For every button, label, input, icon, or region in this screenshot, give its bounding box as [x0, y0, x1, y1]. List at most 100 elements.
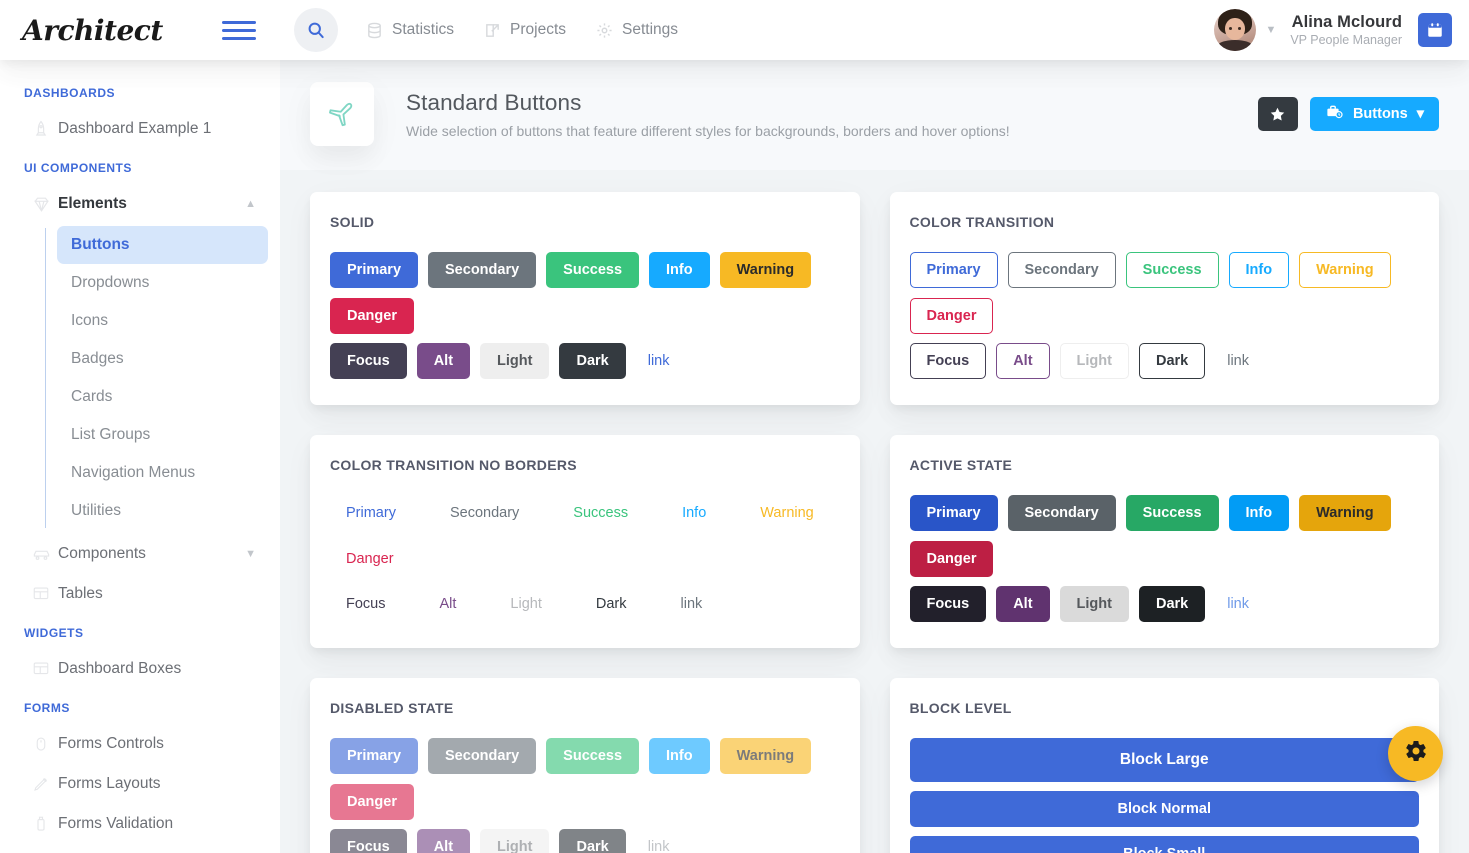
button-info[interactable]: Info [1228, 252, 1290, 288]
button-light[interactable]: Light [1059, 586, 1129, 622]
button-dark[interactable]: Dark [580, 586, 643, 622]
button-link[interactable]: link [665, 586, 719, 622]
button-alt[interactable]: Alt [424, 586, 473, 622]
button-row: Primary Secondary Success Info Warning D… [909, 495, 1420, 577]
button-row: Focus Alt Light Dark link [330, 586, 840, 622]
sidebar-item-dashboard-example-1[interactable]: Dashboard Example 1 [12, 109, 268, 149]
sidebar-item-buttons[interactable]: Buttons [57, 226, 268, 264]
button-danger[interactable]: Danger [330, 541, 410, 577]
button-secondary[interactable]: Secondary [428, 252, 537, 288]
button-warning[interactable]: Warning [719, 252, 812, 288]
chevron-down-icon[interactable]: ▼ [1265, 24, 1276, 36]
button-warning[interactable]: Warning [744, 495, 829, 531]
sidebar-item-navigation-menus[interactable]: Navigation Menus [57, 454, 268, 492]
chevron-down-icon[interactable]: ▾ [1417, 106, 1424, 122]
button-primary: Primary [330, 738, 419, 774]
buttons-dropdown[interactable]: Buttons ▾ [1309, 97, 1439, 131]
briefcase-icon [1325, 103, 1344, 125]
settings-fab[interactable] [1388, 726, 1443, 781]
sidebar-item-label: List Groups [71, 426, 151, 443]
nav-item-settings[interactable]: Settings [596, 21, 678, 39]
button-light[interactable]: Light [480, 343, 550, 379]
button-alt[interactable]: Alt [996, 586, 1050, 622]
nav-label: Statistics [392, 21, 455, 38]
button-link[interactable]: link [636, 343, 682, 379]
button-info: Info [649, 738, 710, 774]
sidebar-item-dashboard-boxes[interactable]: Dashboard Boxes [12, 649, 268, 689]
user-role: VP People Manager [1290, 32, 1402, 47]
button-dark[interactable]: Dark [1138, 343, 1206, 379]
sidebar-heading-ui-components: UI COMPONENTS [24, 161, 132, 175]
button-danger[interactable]: Danger [909, 298, 994, 334]
button-alt[interactable]: Alt [996, 343, 1050, 379]
sidebar-item-badges[interactable]: Badges [57, 340, 268, 378]
button-primary[interactable]: Primary [330, 252, 419, 288]
button-block-normal[interactable]: Block Normal [909, 791, 1419, 827]
button-row: Focus Alt Light Dark link [330, 829, 840, 853]
button-warning[interactable]: Warning [1299, 495, 1391, 531]
button-light[interactable]: Light [1059, 343, 1129, 379]
button-info[interactable]: Info [666, 495, 722, 531]
car-icon [32, 545, 58, 564]
search-icon[interactable] [294, 8, 338, 52]
nav-item-projects[interactable]: Projects [484, 21, 566, 39]
button-light[interactable]: Light [494, 586, 557, 622]
sidebar-item-forms-layouts[interactable]: Forms Layouts [12, 764, 268, 804]
button-info[interactable]: Info [1228, 495, 1290, 531]
nav-item-statistics[interactable]: Statistics [366, 21, 454, 39]
sidebar: DASHBOARDS Dashboard Example 1 UI COMPON… [0, 60, 280, 853]
button-success[interactable]: Success [557, 495, 644, 531]
button-primary[interactable]: Primary [909, 252, 998, 288]
button-focus[interactable]: Focus [909, 343, 987, 379]
chevron-up-icon[interactable]: ▲ [245, 198, 256, 210]
card-solid: SOLID Primary Secondary Success Info War… [310, 192, 860, 405]
button-primary[interactable]: Primary [909, 495, 998, 531]
button-alt[interactable]: Alt [416, 343, 471, 379]
button-success[interactable]: Success [1125, 252, 1219, 288]
page-subtitle: Wide selection of buttons that feature d… [406, 122, 1010, 139]
button-secondary: Secondary [428, 738, 537, 774]
sidebar-heading-widgets: WIDGETS [24, 626, 84, 640]
button-link[interactable]: link [1215, 343, 1261, 379]
button-secondary[interactable]: Secondary [434, 495, 535, 531]
button-secondary[interactable]: Secondary [1007, 495, 1116, 531]
button-dark[interactable]: Dark [559, 343, 626, 379]
button-link[interactable]: link [1215, 586, 1261, 622]
button-row: Focus Alt Light Dark link [330, 343, 840, 379]
sidebar-item-utilities[interactable]: Utilities [57, 492, 268, 530]
button-row: Primary Secondary Success Info Warning D… [330, 495, 840, 577]
button-focus[interactable]: Focus [330, 343, 407, 379]
sidebar-item-components[interactable]: Components ▼ [12, 534, 268, 574]
app-logo[interactable]: Architect [0, 14, 230, 47]
button-success: Success [546, 738, 640, 774]
sidebar-item-tables[interactable]: Tables [12, 574, 268, 614]
avatar[interactable] [1214, 9, 1257, 51]
button-danger[interactable]: Danger [909, 541, 994, 577]
sidebar-item-cards[interactable]: Cards [57, 378, 268, 416]
table-icon [32, 585, 58, 603]
button-success[interactable]: Success [1125, 495, 1219, 531]
sidebar-item-elements[interactable]: Elements ▲ [12, 184, 268, 224]
calendar-icon[interactable] [1418, 13, 1452, 47]
button-block-large[interactable]: Block Large [909, 738, 1419, 782]
star-icon[interactable] [1257, 97, 1298, 131]
card-title: COLOR TRANSITION NO BORDERS [330, 457, 577, 473]
sidebar-item-dropdowns[interactable]: Dropdowns [57, 264, 268, 302]
sidebar-item-forms-controls[interactable]: Forms Controls [12, 724, 268, 764]
button-dark[interactable]: Dark [1138, 586, 1206, 622]
sidebar-item-label: Dropdowns [71, 274, 150, 291]
sidebar-item-list-groups[interactable]: List Groups [57, 416, 268, 454]
button-secondary[interactable]: Secondary [1007, 252, 1116, 288]
sidebar-item-forms-validation[interactable]: Forms Validation [12, 804, 268, 844]
button-danger[interactable]: Danger [330, 298, 414, 334]
button-focus[interactable]: Focus [909, 586, 987, 622]
button-block-small[interactable]: Block Small [909, 836, 1419, 853]
chevron-down-icon[interactable]: ▼ [245, 548, 256, 560]
button-primary[interactable]: Primary [330, 495, 412, 531]
button-focus[interactable]: Focus [330, 586, 402, 622]
hamburger-icon[interactable] [222, 16, 258, 45]
button-success[interactable]: Success [546, 252, 640, 288]
button-warning[interactable]: Warning [1299, 252, 1391, 288]
button-info[interactable]: Info [649, 252, 710, 288]
sidebar-item-icons[interactable]: Icons [57, 302, 268, 340]
